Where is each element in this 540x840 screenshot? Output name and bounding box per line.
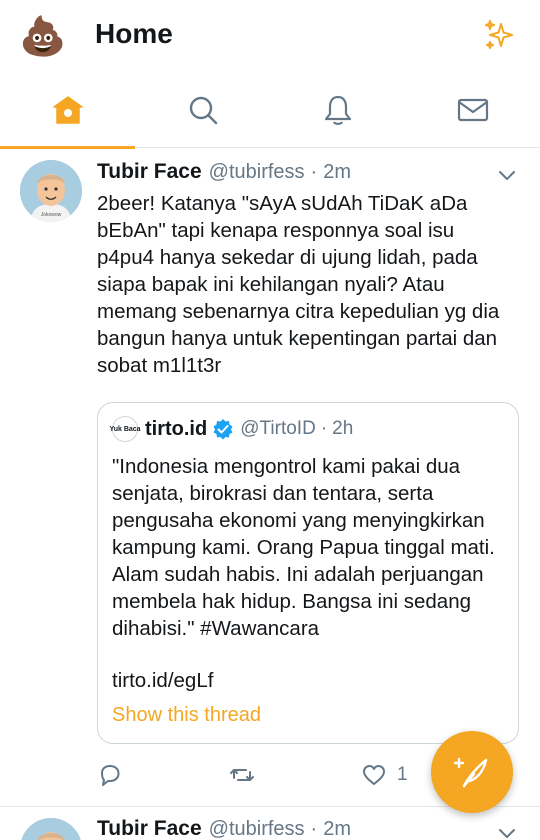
compose-tweet-button[interactable]: [431, 731, 513, 813]
compose-feather-icon: [453, 757, 488, 788]
author-handle[interactable]: @tubirfess: [209, 818, 305, 840]
tweet-time: 2m: [323, 818, 351, 840]
cartoon-face-avatar-icon: [20, 818, 82, 840]
author-name[interactable]: Tubir Face: [97, 817, 202, 840]
separator: ·: [310, 818, 318, 840]
chevron-down-icon[interactable]: [496, 822, 518, 840]
tweet-header: Tubir Face @tubirfess · 2m: [97, 817, 351, 840]
tweet[interactable]: Tubir Face @tubirfess · 2m: [0, 0, 540, 840]
author-avatar[interactable]: [20, 818, 82, 840]
